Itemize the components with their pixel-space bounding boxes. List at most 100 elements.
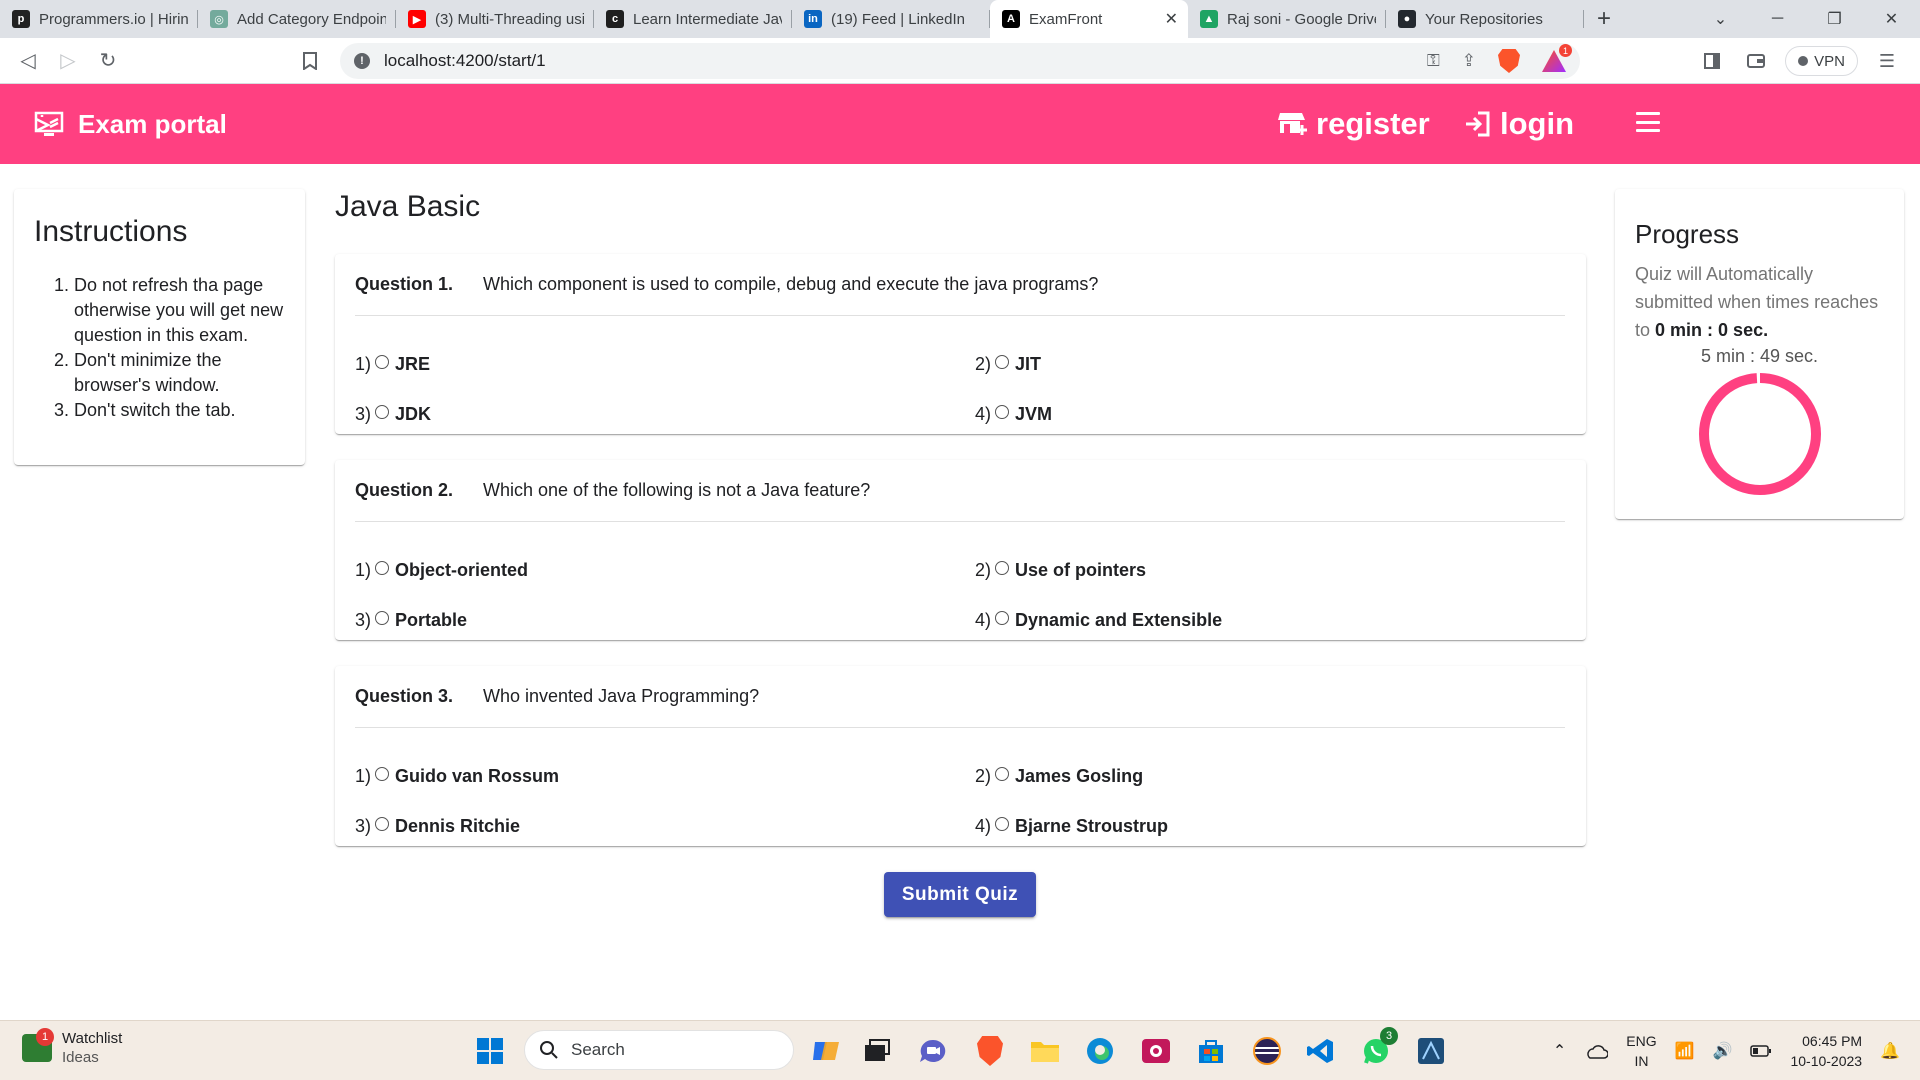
answer-option[interactable]: 3) Portable <box>355 610 467 631</box>
toolbar-right: VPN ☰ <box>1697 38 1920 84</box>
app-icon[interactable] <box>1411 1031 1451 1071</box>
browser-tab[interactable]: p Programmers.io | Hiring <box>0 0 198 38</box>
codecademy-icon: c <box>606 10 624 28</box>
question-text: Which one of the following is not a Java… <box>483 480 871 500</box>
new-tab-icon[interactable]: + <box>1584 0 1624 38</box>
brand[interactable]: Exam portal <box>34 84 227 164</box>
browser-tab[interactable]: A ExamFront ✕ <box>990 0 1188 38</box>
answer-option[interactable]: 1) Guido van Rossum <box>355 766 559 787</box>
browser-tab[interactable]: c Learn Intermediate Java <box>594 0 792 38</box>
browser-tab-title: (3) Multi-Threading using <box>435 10 584 28</box>
microsoft-store-icon[interactable] <box>1191 1031 1231 1071</box>
onedrive-icon[interactable] <box>1584 1043 1609 1059</box>
brave-shields-icon[interactable] <box>1498 49 1520 73</box>
battery-icon[interactable] <box>1750 1045 1772 1057</box>
whatsapp-icon[interactable]: 3 <box>1356 1027 1398 1071</box>
wifi-icon[interactable]: 📶 <box>1675 1041 1695 1061</box>
brave-rewards-icon[interactable]: 1 <box>1542 44 1572 72</box>
bookmark-icon[interactable] <box>290 41 330 81</box>
answer-option[interactable]: 4) Dynamic and Extensible <box>975 610 1222 631</box>
close-tab-icon[interactable]: ✕ <box>1165 9 1178 29</box>
rewards-badge: 1 <box>1559 44 1572 57</box>
share-icon[interactable]: ⇪ <box>1462 51 1476 71</box>
file-explorer-icon[interactable] <box>1025 1031 1065 1071</box>
eclipse-icon[interactable] <box>1247 1031 1287 1071</box>
edge-icon[interactable] <box>1080 1031 1120 1071</box>
browser-tab[interactable]: ◎ Add Category Endpoint <box>198 0 396 38</box>
task-view-icon[interactable] <box>857 1031 897 1071</box>
login-link[interactable]: login <box>1464 84 1574 164</box>
site-info-icon[interactable]: ! <box>354 53 370 69</box>
back-icon[interactable]: ◁ <box>8 41 48 81</box>
clock[interactable]: 06:45 PM 10-10-2023 <box>1790 1031 1862 1071</box>
screen-recorder-icon[interactable] <box>1136 1031 1176 1071</box>
option-radio[interactable] <box>995 354 1010 369</box>
option-radio[interactable] <box>375 560 390 575</box>
tabstrip-spacer <box>1624 0 1692 38</box>
register-link[interactable]: register <box>1278 84 1430 164</box>
browser-tab[interactable]: ● Your Repositories <box>1386 0 1584 38</box>
progress-title: Progress <box>1635 219 1740 249</box>
question-card: Question 1. Which component is used to co… <box>335 254 1586 434</box>
sidebar-icon[interactable] <box>1697 46 1727 76</box>
widgets-button[interactable]: 1 Watchlist Ideas <box>22 1028 123 1067</box>
answer-option[interactable]: 1) JRE <box>355 354 430 375</box>
forward-icon[interactable]: ▷ <box>48 41 88 81</box>
option-radio[interactable] <box>995 404 1010 419</box>
address-bar[interactable]: ! localhost:4200/start/1 ⚿ ⇪ 1 <box>340 43 1580 79</box>
browser-menu-icon[interactable]: ☰ <box>1872 46 1902 76</box>
option-label: Dennis Ritchie <box>395 816 521 836</box>
answer-option[interactable]: 3) Dennis Ritchie <box>355 816 520 837</box>
password-key-icon[interactable]: ⚿ <box>1427 51 1440 71</box>
browser-tab-title: Programmers.io | Hiring <box>39 10 188 28</box>
answer-option[interactable]: 2) JIT <box>975 354 1041 375</box>
browser-tab-title: (19) Feed | LinkedIn <box>831 10 965 28</box>
answer-option[interactable]: 2) James Gosling <box>975 766 1143 787</box>
option-number: 1) <box>355 766 372 786</box>
url-text[interactable]: localhost:4200/start/1 <box>384 51 546 71</box>
option-radio[interactable] <box>995 816 1010 831</box>
submit-quiz-button[interactable]: Submit Quiz <box>884 872 1036 917</box>
vpn-label: VPN <box>1814 52 1845 70</box>
answer-option[interactable]: 3) JDK <box>355 404 431 425</box>
answer-option[interactable]: 2) Use of pointers <box>975 560 1146 581</box>
answer-option[interactable]: 4) Bjarne Stroustrup <box>975 816 1168 837</box>
vscode-icon[interactable] <box>1301 1031 1341 1071</box>
option-radio[interactable] <box>995 560 1010 575</box>
volume-icon[interactable]: 🔊 <box>1713 1041 1733 1061</box>
close-window-icon[interactable]: ✕ <box>1863 0 1920 38</box>
show-hidden-icons-icon[interactable]: ⌃ <box>1553 1041 1566 1061</box>
windows-start-icon[interactable] <box>470 1031 510 1071</box>
option-number: 2) <box>975 560 992 580</box>
taskbar-search-placeholder: Search <box>571 1040 625 1059</box>
chatgpt-icon: ◎ <box>210 10 228 28</box>
option-radio[interactable] <box>995 766 1010 781</box>
hamburger-menu-icon[interactable] <box>1636 112 1660 132</box>
browser-tab[interactable]: ▲ Raj soni - Google Drive <box>1188 0 1386 38</box>
option-number: 4) <box>975 816 992 836</box>
answer-option[interactable]: 1) Object-oriented <box>355 560 528 581</box>
notifications-icon[interactable]: 🔔 <box>1880 1041 1900 1061</box>
option-radio[interactable] <box>375 766 390 781</box>
restore-icon[interactable]: ❐ <box>1806 0 1863 38</box>
option-radio[interactable] <box>375 404 390 419</box>
browser-tab[interactable]: ▶ (3) Multi-Threading using <box>396 0 594 38</box>
teams-chat-icon[interactable] <box>913 1031 953 1071</box>
copilot-icon[interactable] <box>806 1031 846 1071</box>
reload-icon[interactable]: ↻ <box>88 41 128 81</box>
option-radio[interactable] <box>995 610 1010 625</box>
widget-title: Watchlist <box>62 1030 123 1047</box>
browser-tab[interactable]: in (19) Feed | LinkedIn <box>792 0 990 38</box>
vpn-button[interactable]: VPN <box>1785 46 1858 76</box>
option-radio[interactable] <box>375 610 390 625</box>
answer-option[interactable]: 4) JVM <box>975 404 1052 425</box>
option-radio[interactable] <box>375 354 390 369</box>
wallet-icon[interactable] <box>1741 46 1771 76</box>
brave-taskbar-icon[interactable] <box>970 1031 1010 1071</box>
taskbar-search[interactable]: Search <box>524 1030 794 1070</box>
option-radio[interactable] <box>375 816 390 831</box>
instruction-item: Don't switch the tab. <box>74 398 285 423</box>
tab-search-icon[interactable]: ⌄ <box>1692 0 1749 38</box>
minimize-icon[interactable]: ─ <box>1749 0 1806 38</box>
language-indicator[interactable]: ENG IN <box>1626 1031 1656 1071</box>
